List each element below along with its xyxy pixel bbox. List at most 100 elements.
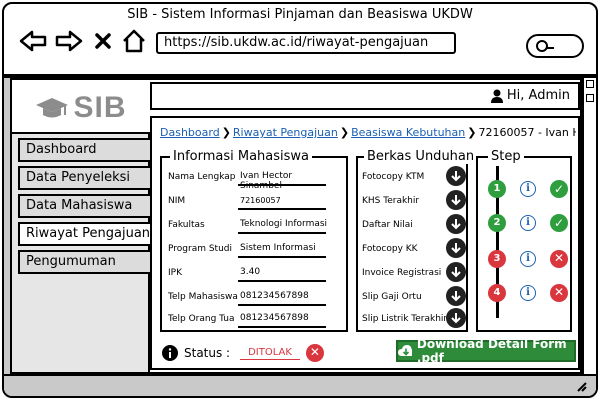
info-value: Sistem Informasi [240,243,316,253]
step-number: 1 [488,180,506,198]
cross-icon: ✕ [550,250,568,268]
download-icon[interactable] [446,262,466,282]
step-panel: Step 1 i ✓ 2 i ✓ 3 i ✕ 4 i ✕ [476,149,572,332]
user-menu[interactable]: Hi, Admin [490,88,570,103]
sidebar-item-dashboard[interactable]: Dashboard [18,138,152,162]
panel-title: Berkas Unduhan [364,149,478,164]
document-label: KHS Terakhir [362,196,420,206]
top-bar: Hi, Admin [150,82,580,110]
cloud-download-icon [398,345,412,356]
info-label: Telp Mahasiswa [168,292,238,302]
document-label: Slip Listrik Terakhir [362,314,448,324]
info-icon[interactable]: i [520,181,536,197]
browser-search[interactable] [526,34,584,58]
underline [238,280,326,282]
download-icon[interactable] [446,166,466,186]
download-icon[interactable] [446,190,466,210]
info-label: Nama Lengkap [168,172,236,182]
application-status: Status : DITOLAK ✕ [162,344,324,362]
status-badge: DITOLAK [240,347,300,360]
back-button[interactable] [18,28,48,54]
info-icon[interactable]: i [520,251,536,267]
info-value: 081234567898 [240,313,309,323]
step-number: 2 [488,214,506,232]
breadcrumb-dashboard[interactable]: Dashboard [160,126,220,139]
check-icon: ✓ [550,180,568,198]
breadcrumb-separator: ❯ [467,126,477,139]
window-title: SIB - Sistem Informasi Pinjaman dan Beas… [127,7,473,22]
search-icon [536,40,554,52]
informasi-mahasiswa-panel: Informasi Mahasiswa Nama Lengkap Ivan He… [160,149,348,332]
status-label: Status : [184,346,231,360]
home-button[interactable] [120,28,148,54]
url-bar[interactable]: https://sib.ukdw.ac.id/riwayat-pengajuan [156,32,456,54]
arrow-left-icon [19,30,47,52]
close-icon [95,33,111,49]
sidebar-item-data-mahasiswa[interactable]: Data Mahasiswa [18,194,152,218]
info-label: Program Studi [168,244,232,254]
stop-button[interactable] [92,28,114,54]
info-label: Fakultas [168,220,205,230]
panel-title: Informasi Mahasiswa [170,149,313,164]
browser-window: SIB - Sistem Informasi Pinjaman dan Beas… [2,2,598,398]
download-icon[interactable] [446,214,466,234]
underline [238,232,326,234]
logo-text: SIB [73,91,127,124]
graduation-cap-icon [36,98,69,118]
underline [238,184,326,186]
forward-button[interactable] [54,28,84,54]
rejected-icon: ✕ [305,344,324,362]
document-label: Daftar Nilai [362,220,413,230]
step-number: 3 [488,250,506,268]
info-filled-icon [162,345,178,361]
document-label: Slip Gaji Ortu [362,292,422,302]
sidebar-item-pengumuman[interactable]: Pengumuman [18,250,152,274]
berkas-unduhan-panel: Berkas Unduhan Fotocopy KTM KHS Terakhir… [356,149,478,332]
document-label: Fotocopy KTM [362,172,425,182]
cross-icon: ✕ [550,284,568,302]
user-icon [490,89,503,103]
info-icon[interactable]: i [520,215,536,231]
info-label: Telp Orang Tua [168,314,235,324]
scroll-up-arrow[interactable] [586,80,594,88]
info-value: 3.40 [240,267,261,277]
breadcrumb-separator: ❯ [221,126,231,139]
download-icon[interactable] [446,238,466,258]
info-value: Teknologi Informasi [240,219,328,229]
underline [238,304,326,306]
document-label: Invoice Registrasi [362,268,442,278]
app-logo: SIB [12,82,150,134]
underline [238,326,326,328]
info-value: 72160057 [240,196,281,205]
check-icon: ✓ [550,214,568,232]
info-label: NIM [168,196,186,206]
breadcrumb-current: 72160057 - Ivan Hec... [478,126,576,139]
underline [238,208,326,210]
sidebar-item-data-penyeleksi[interactable]: Data Penyeleksi [18,166,152,190]
scroll-down-arrow[interactable] [586,94,594,102]
resize-grip-icon[interactable] [574,379,590,393]
breadcrumb-riwayat[interactable]: Riwayat Pengajuan [233,126,338,139]
home-icon [123,29,145,53]
download-label: Download Detail Form .pdf [416,337,567,365]
info-value: Ivan Hector Sinambel [240,171,293,191]
document-label: Fotocopy KK [362,244,418,254]
info-label: IPK [168,268,182,278]
status-bar [4,374,596,396]
panel-title: Step [488,149,524,164]
download-icon[interactable] [446,286,466,306]
info-value: 081234567898 [240,291,309,301]
step-number: 4 [488,284,506,302]
breadcrumb: Dashboard ❯ Riwayat Pengajuan ❯ Beasiswa Keb… [160,126,576,139]
underline [238,256,326,258]
download-detail-button[interactable]: Download Detail Form .pdf [396,337,576,365]
main-content: Dashboard ❯ Riwayat Pengajuan ❯ Beasiswa Keb… [150,116,580,370]
scrollbar[interactable] [582,78,596,374]
info-icon[interactable]: i [520,285,536,301]
download-icon[interactable] [446,308,466,328]
greeting-text: Hi, Admin [506,88,570,103]
sidebar-item-riwayat-pengajuan[interactable]: Riwayat Pengajuan [18,222,152,246]
arrow-right-icon [55,30,83,52]
breadcrumb-beasiswa[interactable]: Beasiswa Kebutuhan [351,126,465,139]
breadcrumb-separator: ❯ [339,126,350,139]
